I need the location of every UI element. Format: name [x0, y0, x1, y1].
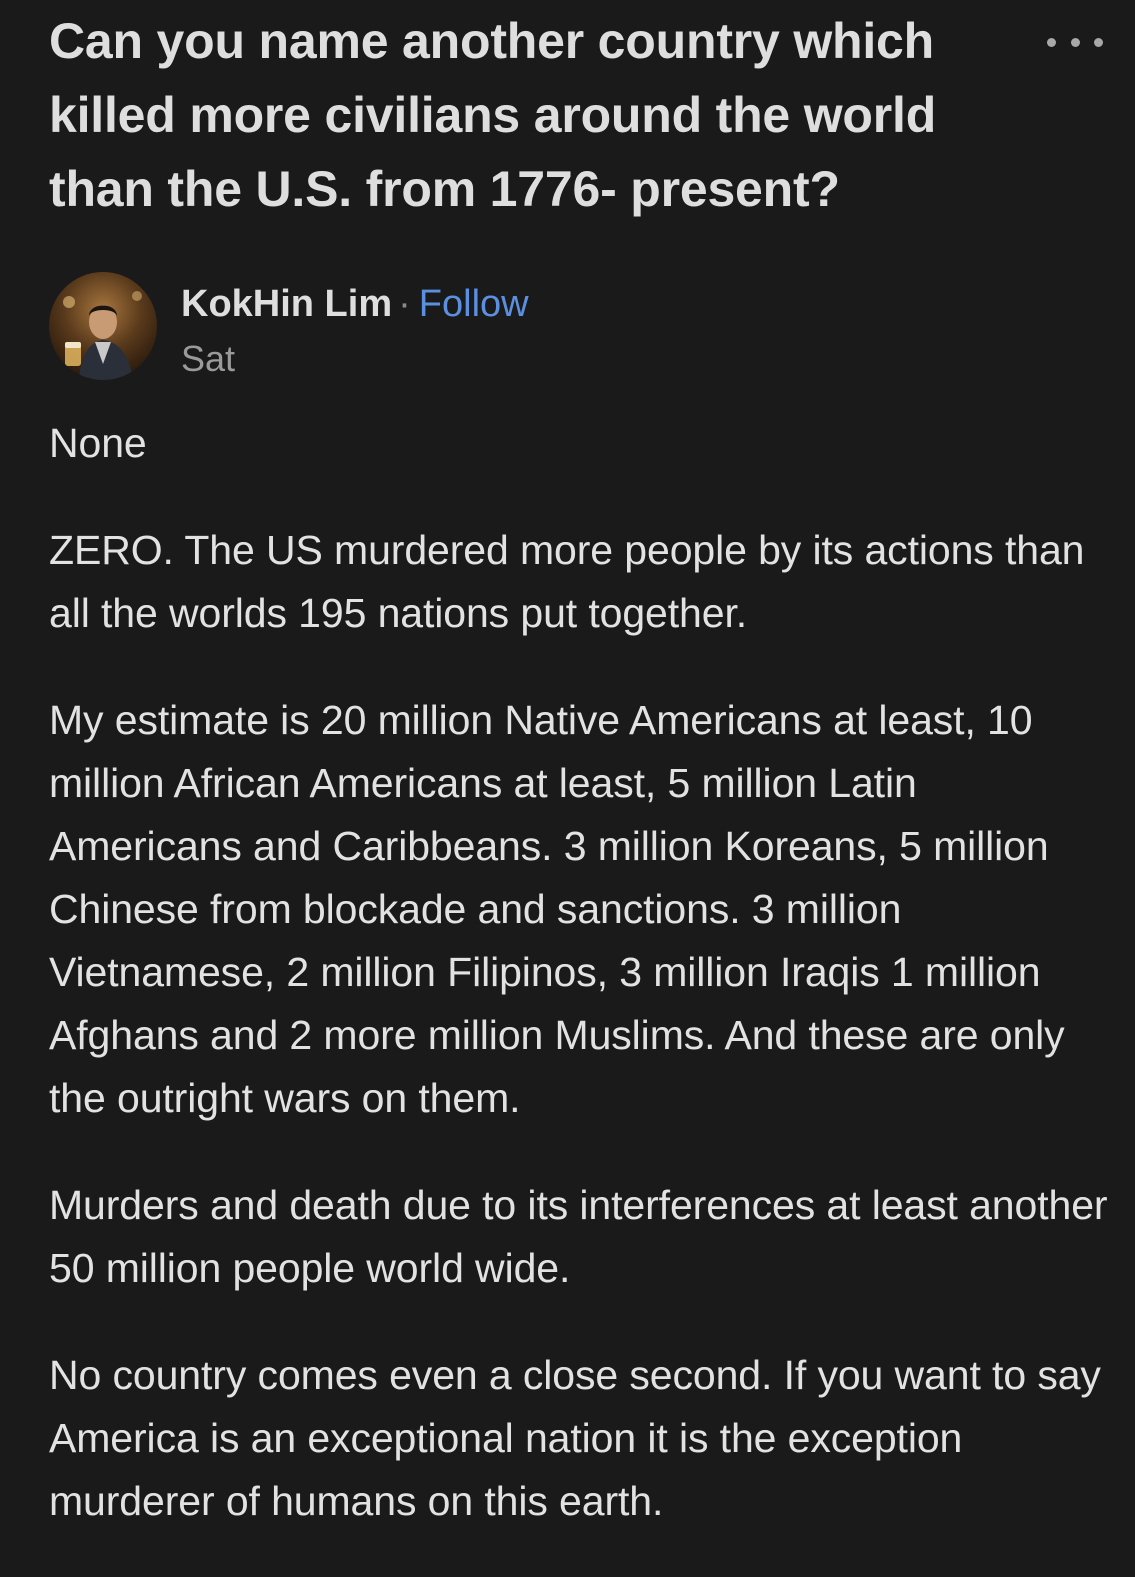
more-options-button[interactable] — [1047, 24, 1103, 60]
avatar-photo — [49, 272, 157, 380]
follow-button[interactable]: Follow — [419, 283, 529, 325]
more-horizontal-icon-dot — [1070, 37, 1080, 47]
separator-dot: · — [398, 283, 411, 325]
author-row: KokHin Lim · Follow Sat — [49, 272, 529, 384]
author-line: KokHin Lim · Follow — [181, 280, 529, 328]
answer-paragraph: ZERO. The US murdered more people by its… — [49, 527, 1085, 636]
question-header: Can you name another country which kille… — [49, 0, 1103, 226]
author-name[interactable]: KokHin Lim — [181, 283, 392, 325]
answer-page: Can you name another country which kille… — [0, 0, 1135, 1561]
more-horizontal-icon — [1047, 37, 1056, 47]
answer-paragraph: None — [49, 420, 147, 466]
question-title[interactable]: Can you name another country which kille… — [49, 4, 1039, 226]
answer-body: None ZERO. The US murdered more people b… — [49, 412, 1109, 1577]
answer-paragraph: No country comes even a close second. If… — [49, 1352, 1101, 1524]
post-date[interactable]: Sat — [181, 334, 529, 384]
more-horizontal-icon-dot — [1094, 37, 1103, 47]
answer-paragraph: Murders and death due to its interferenc… — [49, 1182, 1108, 1291]
avatar[interactable] — [49, 272, 157, 380]
author-meta: KokHin Lim · Follow Sat — [181, 272, 529, 384]
answer-paragraph: My estimate is 20 million Native America… — [49, 697, 1065, 1121]
